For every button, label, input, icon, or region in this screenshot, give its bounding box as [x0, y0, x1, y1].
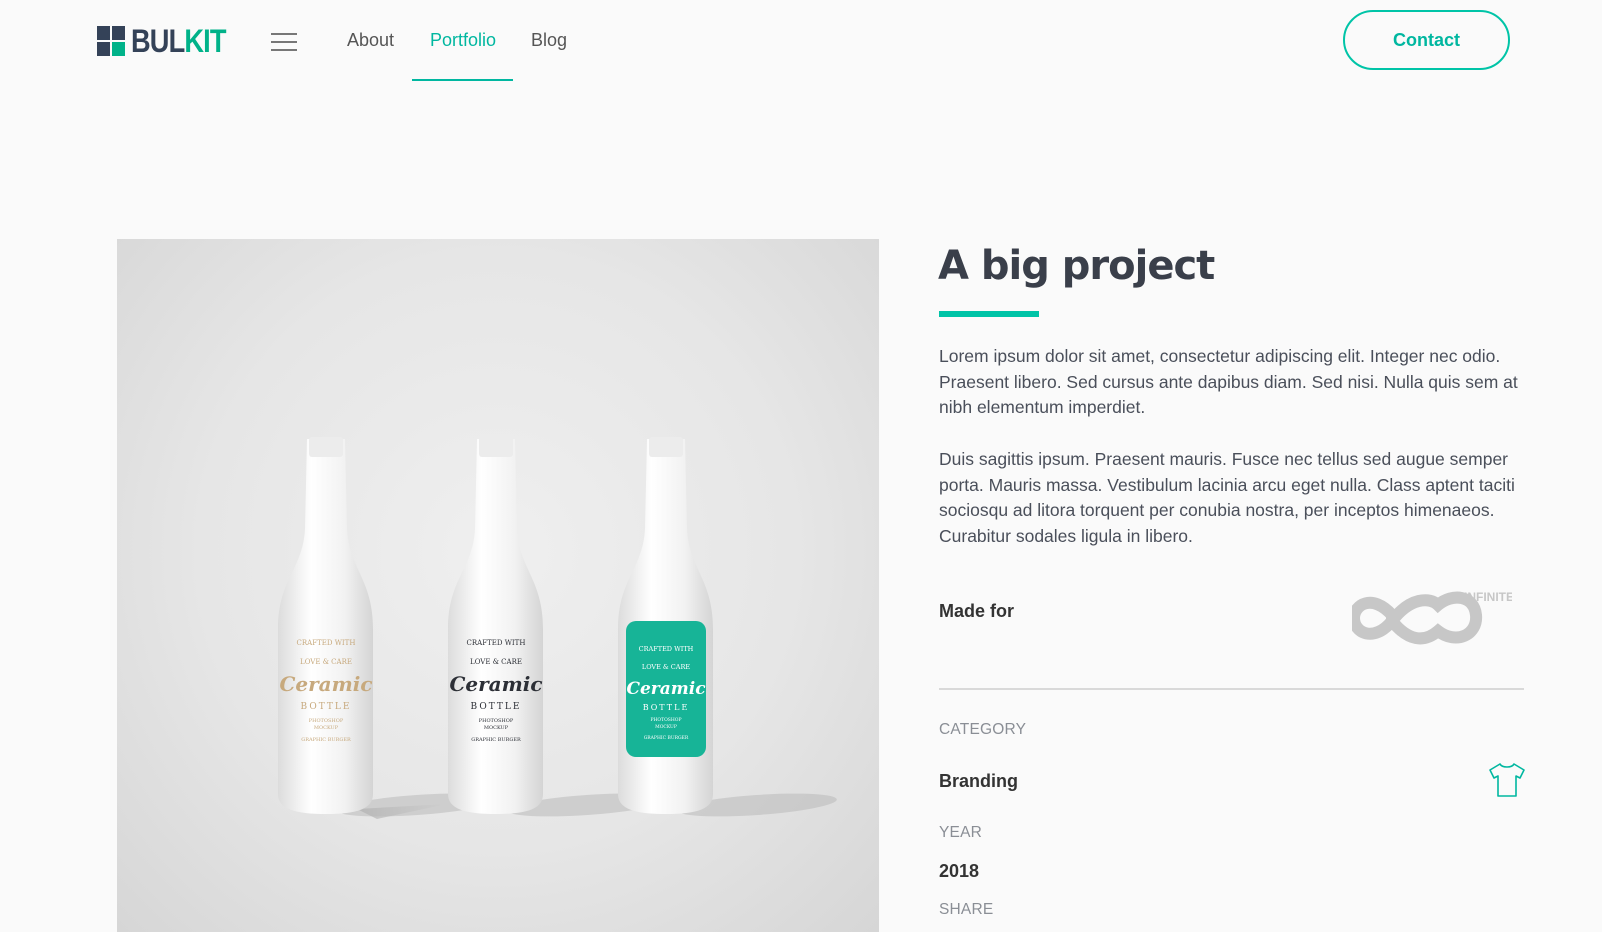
bottle-1-small3: GRAPHIC BURGER — [301, 737, 351, 743]
bottle-1-small1: PHOTOSHOP — [309, 718, 344, 724]
active-nav-indicator — [412, 79, 513, 81]
bottle-2-line2: LOVE & CARE — [470, 658, 522, 666]
navbar: BULKIT About Portfolio Blog Contact — [0, 0, 1602, 82]
bottle-3-name: Ceramic — [626, 679, 706, 699]
bottle-3-line2: LOVE & CARE — [642, 663, 690, 671]
project-title: A big project — [938, 243, 1215, 289]
tshirt-icon — [1488, 762, 1526, 798]
details-divider — [939, 688, 1524, 690]
bottle-3-sub: BOTTLE — [643, 703, 690, 712]
bottle-1-sub: BOTTLE — [301, 702, 352, 712]
bottle-2-sub: BOTTLE — [471, 702, 522, 712]
bottle-1-line1: CRAFTED WITH — [297, 639, 356, 647]
infinity-icon — [1347, 591, 1483, 645]
brand-logo[interactable]: BULKIT — [97, 24, 242, 58]
hamburger-icon[interactable] — [271, 33, 297, 51]
bottle-1-name: Ceramic — [279, 672, 372, 696]
bottle-1: CRAFTED WITH LOVE & CARE Ceramic BOTTLE … — [278, 437, 373, 814]
share-label: SHARE — [939, 901, 994, 918]
nav-link-blog[interactable]: Blog — [531, 30, 567, 51]
brand-name: BULKIT — [131, 23, 226, 59]
bottle-2-small2: MOCKUP — [484, 725, 509, 731]
category-value: Branding — [939, 771, 1018, 791]
bottle-2-name: Ceramic — [449, 672, 542, 696]
bottle-3-small1: PHOTOSHOP — [650, 717, 681, 723]
title-accent-bar — [939, 311, 1039, 317]
bottle-3-small3: GRAPHIC BURGER — [644, 735, 689, 741]
bottle-2-small1: PHOTOSHOP — [479, 718, 514, 724]
logo-mark-icon — [97, 26, 125, 56]
bottle-2: CRAFTED WITH LOVE & CARE Ceramic BOTTLE … — [448, 437, 543, 814]
nav-link-about[interactable]: About — [347, 30, 394, 51]
bottle-1-small2: MOCKUP — [314, 725, 339, 731]
contact-button[interactable]: Contact — [1343, 10, 1510, 70]
nav-link-portfolio[interactable]: Portfolio — [430, 30, 496, 51]
client-logo-text: INFINITE — [1464, 590, 1512, 604]
bottle-3-small2: MOCKUP — [655, 724, 677, 730]
bottle-3: CRAFTED WITH LOVE & CARE Ceramic BOTTLE … — [618, 437, 713, 814]
project-description-2: Duis sagittis ipsum. Praesent mauris. Fu… — [939, 449, 1515, 546]
made-for-label: Made for — [939, 601, 1015, 621]
year-label: YEAR — [939, 824, 983, 841]
bottle-2-small3: GRAPHIC BURGER — [471, 737, 521, 743]
project-description-1: Lorem ipsum dolor sit amet, consectetur … — [939, 346, 1518, 417]
project-image: CRAFTED WITH LOVE & CARE Ceramic BOTTLE … — [117, 239, 879, 932]
year-value: 2018 — [939, 861, 980, 881]
category-label: CATEGORY — [939, 721, 1027, 738]
bottle-1-line2: LOVE & CARE — [300, 658, 352, 666]
bottle-3-line1: CRAFTED WITH — [639, 645, 694, 653]
bottle-2-line1: CRAFTED WITH — [467, 639, 526, 647]
client-logo: INFINITE — [1347, 585, 1514, 651]
